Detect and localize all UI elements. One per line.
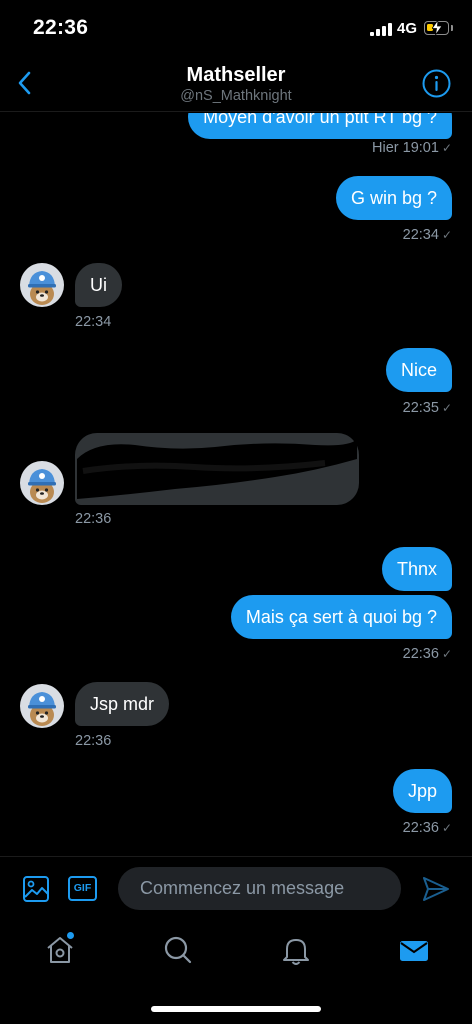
redaction-scribble	[77, 439, 357, 499]
tab-notifications[interactable]	[278, 932, 314, 968]
sent-check-icon: ✓	[441, 821, 452, 835]
message-timestamp: 22:34 ✓	[403, 227, 452, 243]
message-timestamp: 22:35 ✓	[403, 400, 452, 416]
status-time: 22:36	[33, 16, 89, 39]
info-button[interactable]	[421, 68, 452, 99]
message-bubble-outgoing[interactable]: Jpp	[392, 769, 452, 813]
send-button[interactable]	[421, 874, 451, 904]
message-bubble-incoming[interactable]: Ui	[75, 263, 122, 307]
message-input[interactable]	[118, 867, 401, 910]
sent-check-icon: ✓	[441, 228, 452, 242]
status-bar: 22:36 4G	[0, 0, 472, 56]
message-bubble-outgoing[interactable]: Nice	[385, 348, 452, 392]
message-bubble-outgoing[interactable]: Moyen d'avoir un ptit RT bg ?	[188, 113, 452, 139]
network-type: 4G	[397, 20, 418, 37]
message-bubble-outgoing[interactable]: G win bg ?	[335, 176, 452, 220]
timestamp-text: Hier 19:01	[372, 140, 439, 156]
info-icon	[422, 69, 451, 98]
dog-avatar-icon	[20, 263, 64, 307]
battery-cap	[451, 25, 453, 31]
dog-avatar-icon	[20, 684, 64, 728]
message-timestamp: 22:36	[75, 733, 112, 749]
signal-icon	[370, 23, 392, 36]
conversation-handle: @nS_Mathknight	[180, 88, 292, 104]
message-bubble-outgoing[interactable]: Mais ça sert à quoi bg ?	[230, 595, 452, 639]
send-icon	[423, 877, 449, 901]
notifications-icon	[283, 939, 309, 965]
avatar[interactable]	[20, 263, 64, 307]
dog-avatar-icon	[20, 461, 64, 505]
message-bubble-outgoing[interactable]: Thnx	[381, 547, 452, 591]
tab-messages[interactable]	[396, 932, 432, 968]
message-timestamp: 22:36 ✓	[403, 646, 452, 662]
timestamp-text: 22:36	[402, 646, 439, 662]
search-icon	[164, 936, 192, 964]
image-icon	[23, 876, 49, 902]
timestamp-text: 22:36	[402, 820, 439, 836]
tab-search[interactable]	[160, 932, 196, 968]
tab-bar	[0, 918, 472, 1024]
message-bubble-incoming[interactable]: Jsp mdr	[75, 682, 170, 726]
message-timestamp: Hier 19:01 ✓	[372, 140, 452, 156]
battery-icon	[424, 20, 449, 35]
message-bubble-redacted[interactable]	[75, 433, 359, 505]
notification-dot	[67, 932, 74, 939]
sent-check-icon: ✓	[441, 401, 452, 415]
message-list[interactable]: Moyen d'avoir un ptit RT bg ? Hier 19:01…	[0, 113, 472, 856]
message-timestamp: 22:34	[75, 314, 112, 330]
conversation-title: Mathseller	[186, 64, 286, 86]
media-button[interactable]	[22, 875, 50, 903]
avatar[interactable]	[20, 461, 64, 505]
gif-button[interactable]: GIF	[68, 876, 97, 901]
sent-check-icon: ✓	[441, 647, 452, 661]
message-timestamp: 22:36	[75, 511, 112, 527]
messages-icon	[400, 941, 428, 961]
message-timestamp: 22:36 ✓	[403, 820, 452, 836]
avatar[interactable]	[20, 684, 64, 728]
timestamp-text: 22:35	[402, 400, 439, 416]
conversation-header: Mathseller @nS_Mathknight	[0, 56, 472, 112]
message-composer: GIF	[0, 856, 472, 918]
home-indicator	[151, 1006, 321, 1012]
timestamp-text: 22:34	[402, 227, 439, 243]
sent-check-icon: ✓	[441, 141, 452, 155]
